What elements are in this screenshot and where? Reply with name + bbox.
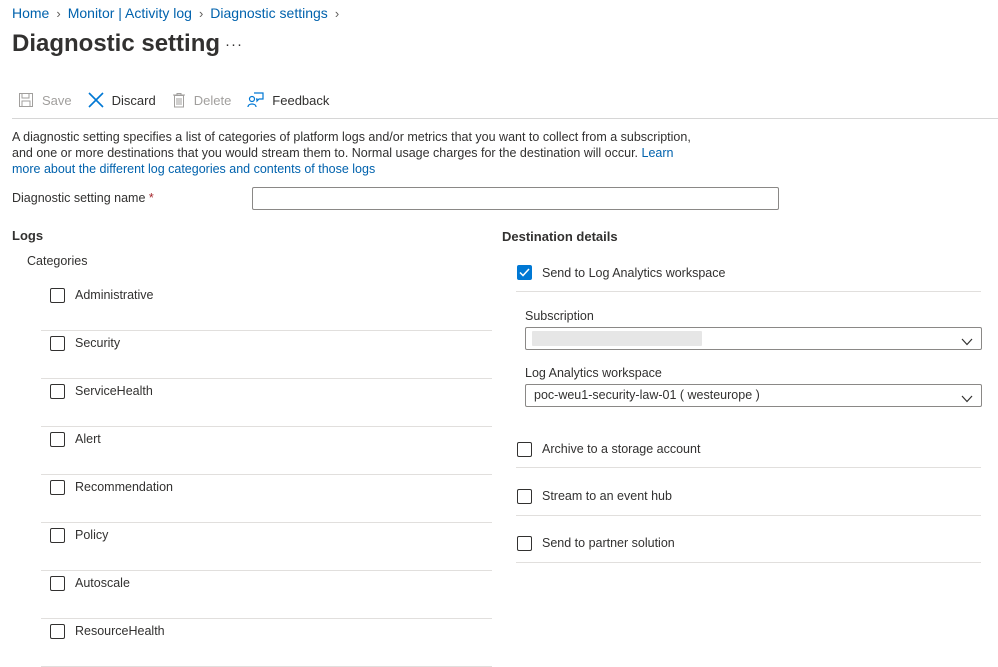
category-row-autoscale[interactable]: Autoscale <box>41 571 492 619</box>
checkbox[interactable] <box>50 480 65 495</box>
checkbox[interactable] <box>50 528 65 543</box>
category-label: ServiceHealth <box>75 384 153 398</box>
discard-button[interactable]: Discard <box>88 92 156 108</box>
checkbox[interactable] <box>517 536 532 551</box>
required-marker: * <box>148 191 154 205</box>
redacted-subscription-value <box>532 331 702 346</box>
category-label: Recommendation <box>75 480 173 494</box>
category-label: ResourceHealth <box>75 624 165 638</box>
category-row-servicehealth[interactable]: ServiceHealth <box>41 379 492 427</box>
close-icon <box>88 92 104 108</box>
category-label: Administrative <box>75 288 154 302</box>
subscription-dropdown[interactable] <box>525 327 982 350</box>
setting-name-label: Diagnostic setting name * <box>12 191 154 205</box>
breadcrumb-diagnostic-settings[interactable]: Diagnostic settings <box>210 5 328 21</box>
save-icon <box>18 92 34 108</box>
checkbox[interactable] <box>50 288 65 303</box>
checkbox[interactable] <box>50 432 65 447</box>
category-label: Security <box>75 336 121 350</box>
command-bar: Save Discard Delete Feedback <box>18 92 345 108</box>
categories-label: Categories <box>27 254 88 268</box>
workspace-label: Log Analytics workspace <box>525 366 662 380</box>
checkmark-icon <box>519 268 530 277</box>
category-row-alert[interactable]: Alert <box>41 427 492 475</box>
breadcrumb-home[interactable]: Home <box>12 5 49 21</box>
chevron-down-icon <box>961 390 973 408</box>
delete-button[interactable]: Delete <box>172 92 232 108</box>
discard-label: Discard <box>111 92 156 108</box>
category-row-administrative[interactable]: Administrative <box>41 283 492 331</box>
partner-solution-option[interactable]: Send to partner solution <box>516 534 981 563</box>
page-title: Diagnostic setting <box>12 30 221 57</box>
feedback-icon <box>247 92 264 108</box>
chevron-right-icon: › <box>334 5 340 21</box>
toolbar-divider <box>12 118 998 119</box>
chevron-down-icon <box>961 333 973 351</box>
setting-name-input[interactable] <box>252 187 779 210</box>
setting-name-label-text: Diagnostic setting name <box>12 191 146 205</box>
destination-heading: Destination details <box>502 229 618 244</box>
archive-storage-label: Archive to a storage account <box>542 442 701 456</box>
delete-label: Delete <box>193 92 232 108</box>
subscription-label: Subscription <box>525 309 594 323</box>
trash-icon <box>172 92 186 108</box>
checkbox[interactable] <box>50 384 65 399</box>
description: A diagnostic setting specifies a list of… <box>12 129 692 177</box>
chevron-right-icon: › <box>198 5 204 21</box>
category-label: Autoscale <box>75 576 130 590</box>
feedback-button[interactable]: Feedback <box>247 92 329 108</box>
category-row-security[interactable]: Security <box>41 331 492 379</box>
description-text: A diagnostic setting specifies a list of… <box>12 130 691 160</box>
category-label: Alert <box>75 432 101 446</box>
logs-heading: Logs <box>12 228 44 243</box>
category-row-policy[interactable]: Policy <box>41 523 492 571</box>
category-label: Policy <box>75 528 109 542</box>
partner-solution-label: Send to partner solution <box>542 536 675 550</box>
save-label: Save <box>42 92 72 108</box>
checkbox[interactable] <box>50 624 65 639</box>
event-hub-label: Stream to an event hub <box>542 489 672 503</box>
workspace-value: poc-weu1-security-law-01 ( westeurope ) <box>534 388 760 402</box>
feedback-label: Feedback <box>272 92 330 108</box>
log-analytics-label: Send to Log Analytics workspace <box>542 266 726 280</box>
more-options-button[interactable]: ··· <box>225 36 243 53</box>
category-row-resourcehealth[interactable]: ResourceHealth <box>41 619 492 667</box>
workspace-dropdown[interactable]: poc-weu1-security-law-01 ( westeurope ) <box>525 384 982 407</box>
chevron-right-icon: › <box>56 5 61 21</box>
checkbox[interactable] <box>50 336 65 351</box>
breadcrumb-activity-log[interactable]: Monitor | Activity log <box>68 5 192 21</box>
save-button[interactable]: Save <box>18 92 72 108</box>
log-analytics-option[interactable]: Send to Log Analytics workspace <box>516 264 981 292</box>
checkbox[interactable] <box>517 442 532 457</box>
breadcrumb: Home › Monitor | Activity log › Diagnost… <box>12 5 346 21</box>
archive-storage-option[interactable]: Archive to a storage account <box>516 440 981 468</box>
checkbox[interactable] <box>517 489 532 504</box>
checkbox[interactable] <box>50 576 65 591</box>
checkbox-checked[interactable] <box>517 265 532 280</box>
event-hub-option[interactable]: Stream to an event hub <box>516 487 981 516</box>
category-row-recommendation[interactable]: Recommendation <box>41 475 492 523</box>
